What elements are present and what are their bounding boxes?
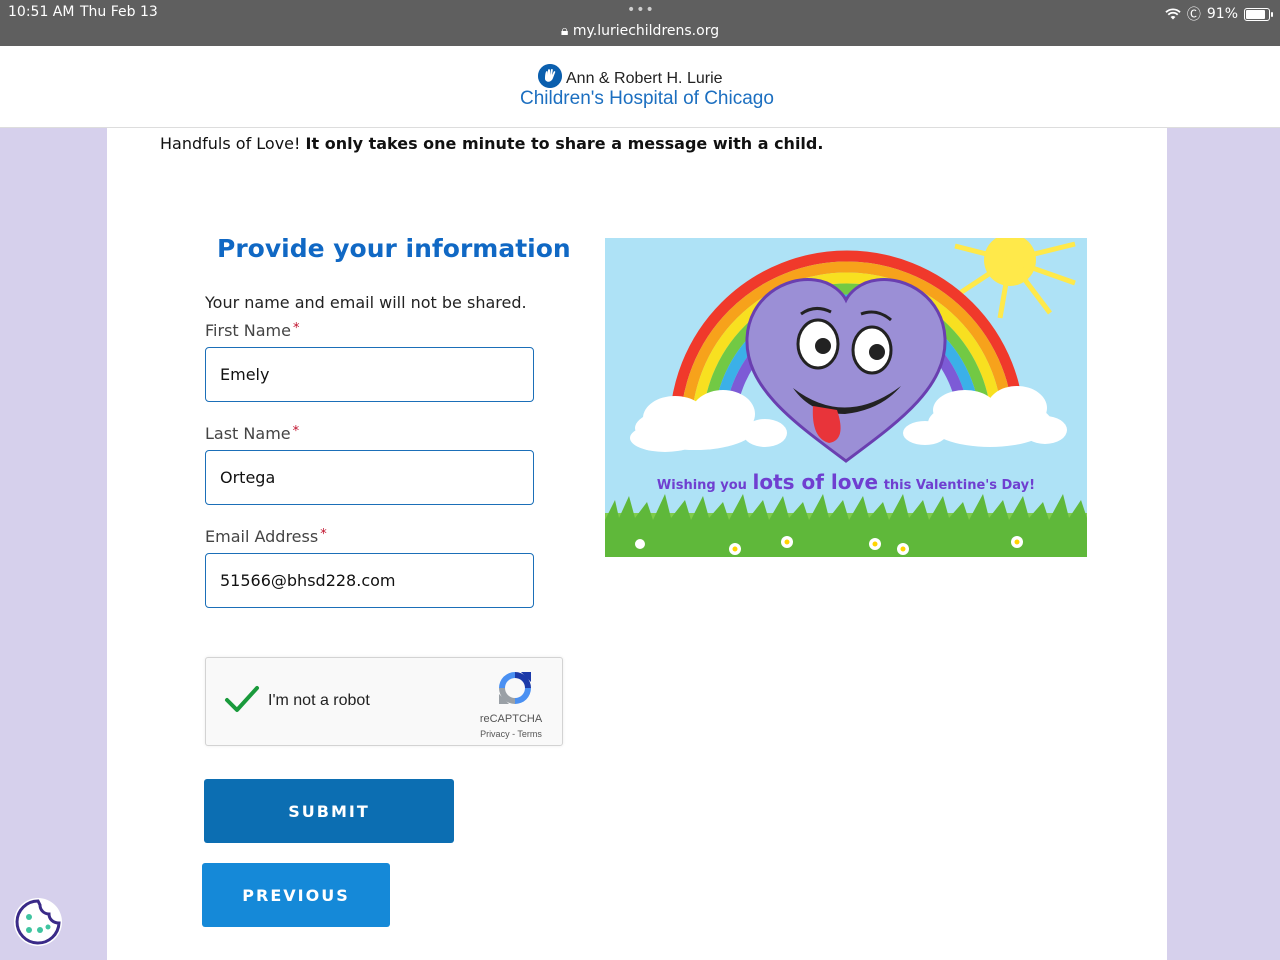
email-field[interactable] bbox=[205, 553, 534, 608]
illustration-art bbox=[605, 238, 1087, 557]
email-label: Email Address * bbox=[205, 527, 327, 546]
caption-post: this Valentine's Day! bbox=[883, 478, 1036, 493]
first-name-field[interactable] bbox=[205, 347, 534, 402]
email-label-text: Email Address bbox=[205, 527, 319, 546]
caption-pre: Wishing you bbox=[656, 478, 747, 493]
site-header: Ann & Robert H. Lurie Children's Hospita… bbox=[0, 46, 1280, 128]
recaptcha-widget: I'm not a robot reCAPTCHA Privacy - Term… bbox=[205, 657, 563, 746]
recaptcha-terms-link[interactable]: Terms bbox=[517, 729, 542, 739]
recaptcha-brand: reCAPTCHA bbox=[479, 713, 543, 725]
intro-text: Handfuls of Love! It only takes one minu… bbox=[160, 134, 823, 153]
more-dots-icon[interactable]: ••• bbox=[627, 2, 655, 18]
content-card: Handfuls of Love! It only takes one minu… bbox=[107, 128, 1167, 960]
battery-icon bbox=[1244, 7, 1273, 21]
required-asterisk: * bbox=[292, 424, 300, 439]
url-text: my.luriechildrens.org bbox=[572, 23, 720, 39]
rotation-lock-icon: Ⓒ︎ bbox=[1186, 7, 1201, 23]
form-title: Provide your information bbox=[217, 234, 571, 263]
last-name-field[interactable] bbox=[205, 450, 534, 505]
required-asterisk: * bbox=[292, 321, 300, 336]
address-bar[interactable]: 🔒︎ my.luriechildrens.org bbox=[0, 23, 1280, 39]
last-name-label-text: Last Name bbox=[205, 424, 291, 443]
illustration-caption: Wishing you lots of love this Valentine'… bbox=[605, 470, 1087, 494]
recaptcha-logo-icon bbox=[499, 672, 531, 704]
submit-button[interactable]: SUBMIT bbox=[204, 779, 454, 843]
logo-line1: Ann & Robert H. Lurie bbox=[566, 70, 723, 87]
previous-button[interactable]: PREVIOUS bbox=[202, 863, 390, 927]
status-date: Thu Feb 13 bbox=[80, 4, 158, 20]
logo-line2: Children's Hospital of Chicago bbox=[520, 88, 774, 109]
caption-big: lots of love bbox=[752, 470, 879, 494]
cookie-settings-icon[interactable] bbox=[13, 897, 63, 947]
lock-icon: 🔒︎ bbox=[560, 23, 569, 39]
status-indicators: Ⓒ︎ 91% bbox=[1165, 4, 1273, 24]
last-name-label: Last Name * bbox=[205, 424, 299, 443]
status-time: 10:51 AM bbox=[8, 4, 75, 20]
form-subtitle: Your name and email will not be shared. bbox=[205, 293, 527, 312]
required-asterisk: * bbox=[320, 527, 327, 542]
wifi-icon bbox=[1165, 8, 1181, 20]
battery-percent: 91% bbox=[1206, 6, 1238, 22]
hospital-logo[interactable]: Ann & Robert H. Lurie Children's Hospita… bbox=[520, 62, 774, 114]
checkmark-icon[interactable] bbox=[224, 684, 260, 714]
intro-bold: It only takes one minute to share a mess… bbox=[305, 134, 824, 153]
first-name-label: First Name * bbox=[205, 321, 299, 340]
recaptcha-links: Privacy - Terms bbox=[456, 729, 566, 739]
recaptcha-label: I'm not a robot bbox=[268, 692, 370, 709]
status-bar: 10:51 AM Thu Feb 13 ••• 🔒︎ my.luriechild… bbox=[0, 0, 1280, 46]
recaptcha-privacy-link[interactable]: Privacy bbox=[480, 729, 510, 739]
intro-plain: Handfuls of Love! bbox=[160, 134, 301, 153]
valentine-illustration: Wishing you lots of love this Valentine'… bbox=[605, 238, 1087, 557]
first-name-label-text: First Name bbox=[205, 321, 291, 340]
hand-logo-icon bbox=[538, 64, 562, 88]
